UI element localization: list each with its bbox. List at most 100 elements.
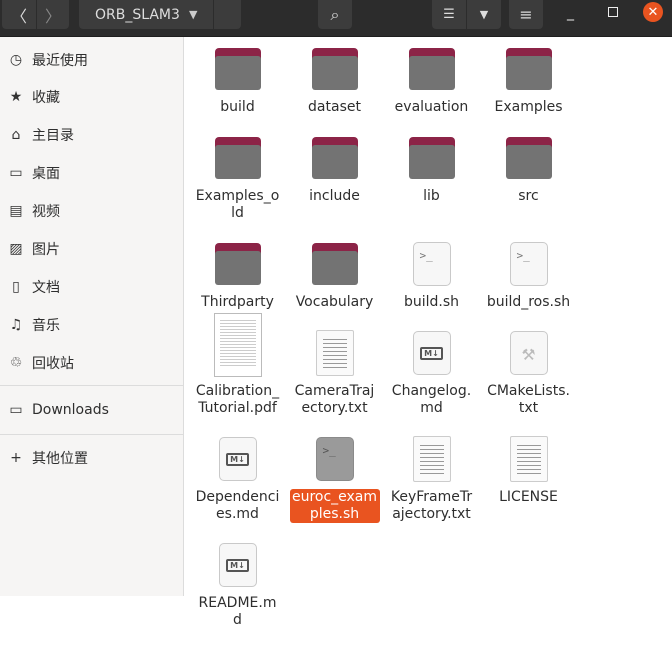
folder-icon bbox=[214, 48, 261, 90]
file-item[interactable]: Thirdparty bbox=[189, 240, 286, 311]
file-item[interactable]: M↓ Dependencies.md bbox=[189, 435, 286, 523]
maximize-button[interactable] bbox=[608, 7, 618, 17]
folder-icon bbox=[214, 137, 261, 179]
file-grid: build dataset evaluation Examples Examples_o… bbox=[189, 45, 672, 647]
chevron-left-icon: 〈 bbox=[10, 6, 27, 26]
file-item[interactable]: dataset bbox=[286, 45, 383, 116]
file-name: Calibration_Tutorial.pdf bbox=[195, 383, 280, 416]
sidebar-item[interactable]: ★ 收藏 bbox=[0, 80, 183, 114]
caret-down-icon: ▼ bbox=[479, 8, 489, 21]
hammer-icon: ⚒ bbox=[509, 331, 548, 375]
sidebar-item-label: 文档 bbox=[32, 280, 60, 296]
file-name: README.md bbox=[198, 595, 277, 628]
sidebar-item-label: 音乐 bbox=[32, 318, 60, 334]
markdown-icon: M↓ bbox=[218, 437, 257, 481]
sidebar-item-label: 视频 bbox=[32, 204, 60, 220]
file-name: Examples bbox=[494, 99, 563, 115]
file-name: Dependencies.md bbox=[195, 489, 280, 522]
sidebar-item[interactable]: ▯ 文档 bbox=[0, 270, 183, 304]
sidebar-item[interactable]: ▤ 视频 bbox=[0, 194, 183, 228]
folder-icon bbox=[408, 48, 455, 90]
file-item[interactable]: M↓ Changelog.md bbox=[383, 329, 480, 417]
sidebar-item[interactable]: ◷ 最近使用 bbox=[0, 43, 183, 77]
sidebar-item-label: Downloads bbox=[32, 402, 109, 418]
file-item[interactable]: Vocabulary bbox=[286, 240, 383, 311]
file-item[interactable]: >_ build.sh bbox=[383, 240, 480, 311]
minimize-button[interactable]: _ bbox=[567, 5, 574, 21]
folder-icon bbox=[311, 48, 358, 90]
folder-icon bbox=[311, 137, 358, 179]
text-file-icon bbox=[412, 436, 451, 482]
file-name: Examples_old bbox=[195, 188, 280, 221]
sidebar-item[interactable]: ♫ 音乐 bbox=[0, 308, 183, 342]
divider bbox=[0, 434, 183, 435]
desktop-icon: ▭ bbox=[9, 165, 23, 181]
sidebar: ◷ 最近使用 ★ 收藏 ⌂ 主目录 ▭ 桌面 ▤ 视频 ▨ 图片 ▯ 文档 ♫ 音乐 ♲ 回收站 ▭ Download… bbox=[0, 37, 184, 596]
sidebar-item[interactable]: ▭ 桌面 bbox=[0, 156, 183, 190]
file-item[interactable]: M↓ README.md bbox=[189, 541, 286, 629]
back-button[interactable]: 〈 bbox=[2, 0, 36, 29]
close-button[interactable]: ✕ bbox=[643, 2, 663, 22]
sidebar-item-label: 回收站 bbox=[32, 356, 74, 372]
menu-button[interactable]: ≡ bbox=[509, 0, 543, 29]
file-item[interactable]: LICENSE bbox=[480, 435, 577, 506]
file-name: CameraTrajectory.txt bbox=[294, 383, 375, 416]
view-options-button[interactable]: ▼ bbox=[467, 0, 501, 29]
file-name: build bbox=[220, 99, 255, 115]
trash-icon: ♲ bbox=[9, 355, 23, 371]
pdf-icon bbox=[213, 313, 262, 377]
sidebar-item-label: 主目录 bbox=[32, 128, 74, 144]
text-file-icon bbox=[315, 330, 354, 376]
file-name: build.sh bbox=[403, 294, 460, 310]
path-bar[interactable]: ORB_SLAM3 ▼ bbox=[79, 0, 241, 29]
star-icon: ★ bbox=[9, 89, 23, 105]
sidebar-item[interactable]: ▨ 图片 bbox=[0, 232, 183, 266]
file-item[interactable]: Calibration_Tutorial.pdf bbox=[189, 313, 286, 417]
sidebar-item[interactable]: ▭ Downloads bbox=[0, 393, 183, 427]
file-item[interactable]: >_ euroc_examples.sh bbox=[286, 435, 383, 523]
file-item[interactable]: KeyFrameTrajectory.txt bbox=[383, 435, 480, 523]
caret-down-icon[interactable]: ▼ bbox=[189, 8, 197, 21]
file-item[interactable]: evaluation bbox=[383, 45, 480, 116]
sidebar-item-label: 最近使用 bbox=[32, 53, 88, 69]
sidebar-item[interactable]: + 其他位置 bbox=[0, 441, 183, 475]
file-item[interactable]: CameraTrajectory.txt bbox=[286, 329, 383, 417]
file-item[interactable]: src bbox=[480, 134, 577, 205]
sidebar-item[interactable]: ⌂ 主目录 bbox=[0, 118, 183, 152]
text-file-icon bbox=[509, 436, 548, 482]
folder-icon bbox=[505, 48, 552, 90]
view-list-button[interactable]: ☰ bbox=[432, 0, 466, 29]
folder-icon bbox=[505, 137, 552, 179]
clock-icon: ◷ bbox=[9, 52, 23, 68]
folder-icon bbox=[214, 243, 261, 285]
script-icon: >_ bbox=[412, 242, 451, 286]
markdown-icon: M↓ bbox=[218, 543, 257, 587]
file-name: CMakeLists.txt bbox=[487, 383, 570, 416]
folder-icon bbox=[311, 243, 358, 285]
file-name: KeyFrameTrajectory.txt bbox=[390, 489, 473, 522]
home-icon: ⌂ bbox=[11, 127, 21, 143]
file-name: evaluation bbox=[394, 99, 469, 115]
file-item[interactable]: lib bbox=[383, 134, 480, 205]
markdown-icon: M↓ bbox=[412, 331, 451, 375]
forward-button[interactable]: 〉 bbox=[37, 0, 69, 29]
file-item[interactable]: build bbox=[189, 45, 286, 116]
sidebar-item-label: 收藏 bbox=[32, 90, 60, 106]
picture-icon: ▨ bbox=[9, 241, 23, 257]
file-item[interactable]: include bbox=[286, 134, 383, 205]
search-button[interactable]: ⌕ bbox=[318, 0, 352, 29]
file-name: src bbox=[518, 188, 539, 204]
video-icon: ▤ bbox=[9, 203, 23, 219]
file-item[interactable]: Examples_old bbox=[189, 134, 286, 222]
path-label: ORB_SLAM3 bbox=[95, 6, 180, 23]
file-item[interactable]: >_ build_ros.sh bbox=[480, 240, 577, 311]
file-item[interactable]: ⚒ CMakeLists.txt bbox=[480, 329, 577, 417]
script-icon: >_ bbox=[315, 437, 354, 481]
sidebar-item[interactable]: ♲ 回收站 bbox=[0, 346, 183, 380]
header-bar: 〈 〉 ORB_SLAM3 ▼ ⌕ ☰ ▼ ≡ _ ✕ bbox=[0, 0, 672, 37]
file-name: LICENSE bbox=[499, 489, 558, 505]
file-name: Changelog.md bbox=[391, 383, 472, 416]
close-icon: ✕ bbox=[647, 4, 659, 20]
search-icon: ⌕ bbox=[330, 4, 340, 24]
file-item[interactable]: Examples bbox=[480, 45, 577, 116]
